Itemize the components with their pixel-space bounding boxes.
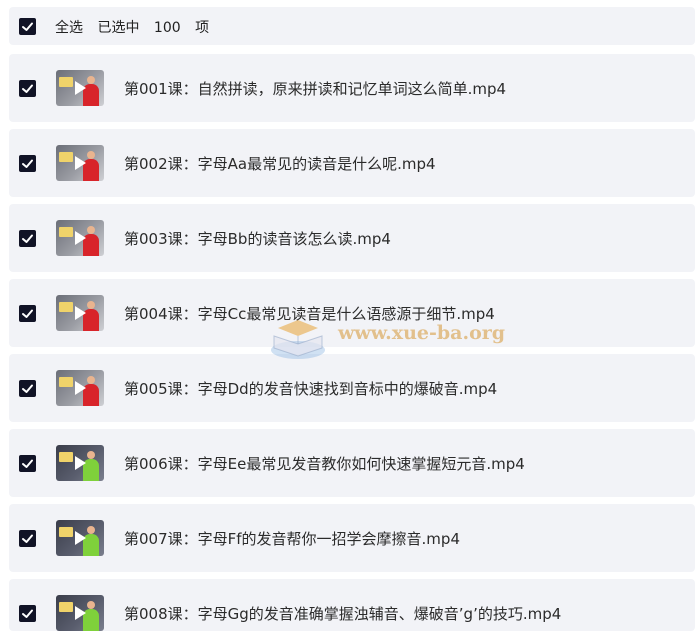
checkmark-icon [22,22,33,31]
file-row[interactable]: 第002课：字母Aa最常见的读音是什么呢.mp4 [9,129,695,197]
file-row[interactable]: 第008课：字母Gg的发音准确掌握浊辅音、爆破音’g’的技巧.mp4 [9,579,695,631]
video-thumbnail[interactable] [56,445,104,481]
file-name[interactable]: 第004课：字母Cc最常见读音是什么语感源于细节.mp4 [124,303,495,324]
file-checkbox[interactable] [19,530,36,547]
file-name[interactable]: 第007课：字母Ff的发音帮你一招学会摩擦音.mp4 [124,528,460,549]
checkmark-icon [22,609,33,618]
play-icon [75,606,86,620]
selected-suffix: 项 [195,20,210,36]
play-icon [75,456,86,470]
video-thumbnail[interactable] [56,295,104,331]
play-icon [75,81,86,95]
play-icon [75,381,86,395]
file-row[interactable]: 第005课：字母Dd的发音快速找到音标中的爆破音.mp4 [9,354,695,422]
video-thumbnail[interactable] [56,595,104,631]
file-name[interactable]: 第001课：自然拼读，原来拼读和记忆单词这么简单.mp4 [124,78,506,99]
file-name[interactable]: 第006课：字母Ee最常见发音教你如何快速掌握短元音.mp4 [124,453,525,474]
file-list-page: 全选 已选中 100 项 第001课：自然拼读，原来拼读和记忆单词这么简单.mp… [0,0,695,631]
checkmark-icon [22,234,33,243]
file-row[interactable]: 第003课：字母Bb的读音该怎么读.mp4 [9,204,695,272]
file-name[interactable]: 第002课：字母Aa最常见的读音是什么呢.mp4 [124,153,436,174]
video-thumbnail[interactable] [56,145,104,181]
checkmark-icon [22,159,33,168]
file-checkbox[interactable] [19,305,36,322]
select-all-checkbox[interactable] [19,18,36,35]
checkmark-icon [22,384,33,393]
file-checkbox[interactable] [19,455,36,472]
file-checkbox[interactable] [19,605,36,622]
file-row[interactable]: 第001课：自然拼读，原来拼读和记忆单词这么简单.mp4 [9,54,695,122]
file-checkbox[interactable] [19,155,36,172]
file-row[interactable]: 第006课：字母Ee最常见发音教你如何快速掌握短元音.mp4 [9,429,695,497]
file-checkbox[interactable] [19,80,36,97]
selected-count: 100 [153,20,181,36]
checkmark-icon [22,309,33,318]
file-name[interactable]: 第003课：字母Bb的读音该怎么读.mp4 [124,228,391,249]
file-checkbox[interactable] [19,230,36,247]
play-icon [75,306,86,320]
checkmark-icon [22,84,33,93]
select-all-row[interactable]: 全选 已选中 100 项 [9,7,695,45]
play-icon [75,231,86,245]
video-thumbnail[interactable] [56,370,104,406]
checkmark-icon [22,459,33,468]
play-icon [75,531,86,545]
file-name[interactable]: 第005课：字母Dd的发音快速找到音标中的爆破音.mp4 [124,378,497,399]
file-checkbox[interactable] [19,380,36,397]
file-row[interactable]: 第007课：字母Ff的发音帮你一招学会摩擦音.mp4 [9,504,695,572]
video-thumbnail[interactable] [56,220,104,256]
video-thumbnail[interactable] [56,520,104,556]
selection-summary: 全选 已选中 100 项 [55,17,219,37]
play-icon [75,156,86,170]
select-all-label[interactable]: 全选 [55,20,83,36]
file-name[interactable]: 第008课：字母Gg的发音准确掌握浊辅音、爆破音’g’的技巧.mp4 [124,603,561,624]
file-row[interactable]: 第004课：字母Cc最常见读音是什么语感源于细节.mp4 [9,279,695,347]
video-thumbnail[interactable] [56,70,104,106]
checkmark-icon [22,534,33,543]
selected-prefix: 已选中 [97,20,140,36]
